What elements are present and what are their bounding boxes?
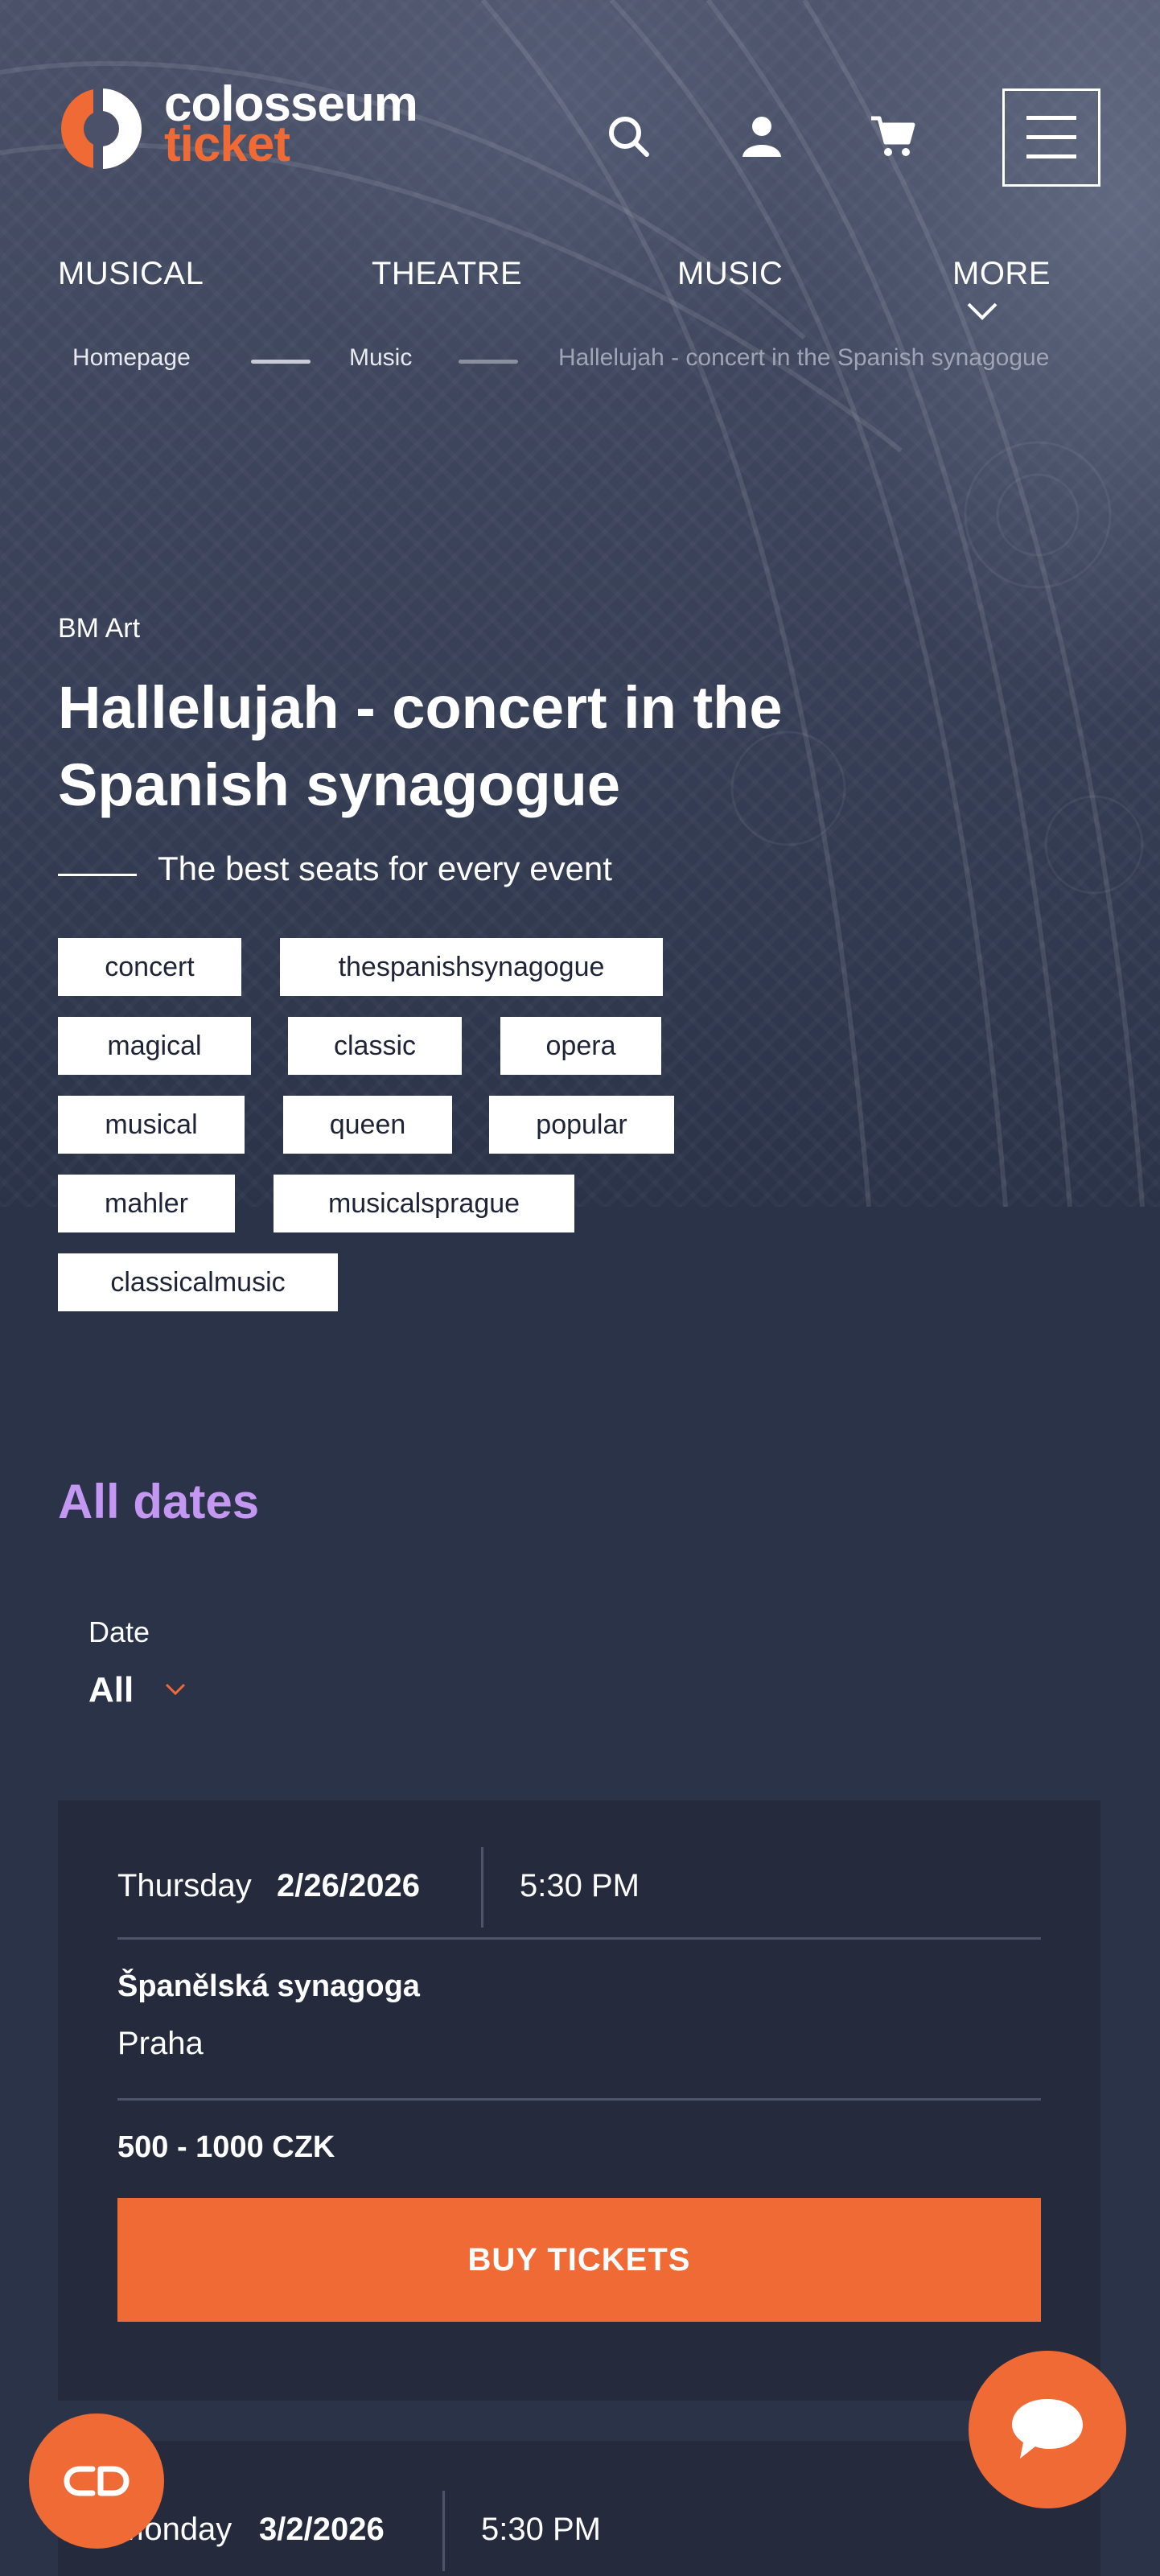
site-header: colosseum ticket	[0, 0, 1160, 201]
menu-button[interactable]	[1002, 88, 1100, 187]
breadcrumb: Homepage Music Hallelujah - concert in t…	[72, 344, 1150, 377]
breadcrumb-current: Hallelujah - concert in the Spanish syna…	[558, 344, 1050, 371]
cookie-settings-button[interactable]	[29, 2413, 164, 2549]
buy-tickets-button[interactable]: BUY TICKETS	[117, 2198, 1041, 2322]
tag[interactable]: musical	[58, 1096, 245, 1154]
breadcrumb-separator	[459, 360, 518, 364]
date-filter-select[interactable]: All	[88, 1670, 134, 1710]
tag[interactable]: queen	[283, 1096, 452, 1154]
tag[interactable]: concert	[58, 938, 241, 996]
nav-item-music[interactable]: MUSIC	[677, 256, 783, 292]
performance-card: Monday 3/2/2026 5:30 PM	[58, 2441, 1100, 2576]
event-title-line2: Spanish synagogue	[58, 751, 621, 818]
cart-button[interactable]	[866, 108, 922, 164]
logo-text-ticket: ticket	[164, 117, 290, 172]
nav-item-musical[interactable]: MUSICAL	[58, 256, 204, 292]
event-organizer: BM Art	[58, 613, 141, 644]
search-icon	[609, 117, 649, 157]
performance-price: 500 - 1000 CZK	[117, 2130, 335, 2164]
user-icon	[742, 117, 781, 157]
logo[interactable]: colosseum ticket	[58, 76, 444, 177]
tag[interactable]: popular	[489, 1096, 674, 1154]
event-title: Hallelujah - concert in the Spanish syna…	[58, 669, 943, 824]
divider	[442, 2491, 445, 2571]
tag[interactable]: magical	[58, 1017, 251, 1075]
divider	[117, 1937, 1041, 1940]
performance-time: 5:30 PM	[520, 1868, 640, 1903]
cart-icon	[871, 116, 915, 156]
tag[interactable]: classicalmusic	[58, 1253, 338, 1311]
divider	[481, 1847, 483, 1928]
event-title-line1: Hallelujah - concert in the	[58, 674, 783, 741]
cookie-settings-icon	[64, 2466, 130, 2496]
all-dates-heading: All dates	[58, 1475, 260, 1529]
main-nav: MUSICAL THEATRE MUSIC MORE	[58, 249, 1104, 321]
hamburger-icon	[1026, 116, 1076, 158]
account-button[interactable]	[734, 108, 790, 164]
performance-date: 2/26/2026	[277, 1868, 420, 1903]
chat-button[interactable]	[969, 2351, 1126, 2508]
performance-date: 3/2/2026	[259, 2512, 385, 2547]
chevron-down-icon	[967, 303, 998, 321]
nav-item-more-label: MORE	[952, 256, 1051, 291]
search-button[interactable]	[600, 108, 656, 164]
performance-city: Praha	[117, 2026, 204, 2061]
performance-datetime: Thursday 2/26/2026 5:30 PM	[117, 1847, 1041, 1936]
tag[interactable]: thespanishsynagogue	[280, 938, 663, 996]
chat-bubble-icon	[1012, 2399, 1083, 2459]
performance-time: 5:30 PM	[481, 2512, 601, 2547]
nav-item-theatre[interactable]: THEATRE	[372, 256, 522, 292]
date-filter-label: Date	[88, 1615, 150, 1648]
breadcrumb-separator	[251, 360, 311, 364]
breadcrumb-home[interactable]: Homepage	[72, 344, 191, 372]
logo-mark-icon	[61, 87, 142, 171]
tag[interactable]: musicalsprague	[274, 1175, 574, 1232]
tag[interactable]: mahler	[58, 1175, 235, 1232]
breadcrumb-music[interactable]: Music	[349, 344, 412, 372]
performance-venue: Španělská synagoga	[117, 1969, 420, 2003]
tag[interactable]: opera	[500, 1017, 661, 1075]
divider	[117, 2098, 1041, 2101]
performance-card: Thursday 2/26/2026 5:30 PM Španělská syn…	[58, 1800, 1100, 2401]
nav-item-more[interactable]: MORE	[952, 256, 1104, 328]
tagline-decoration	[58, 874, 137, 876]
performance-weekday: Thursday	[117, 1868, 252, 1903]
chevron-down-icon[interactable]	[164, 1681, 187, 1697]
performance-datetime: Monday 3/2/2026 5:30 PM	[117, 2491, 1041, 2576]
event-tagline: The best seats for every event	[158, 850, 612, 887]
tag[interactable]: classic	[288, 1017, 462, 1075]
